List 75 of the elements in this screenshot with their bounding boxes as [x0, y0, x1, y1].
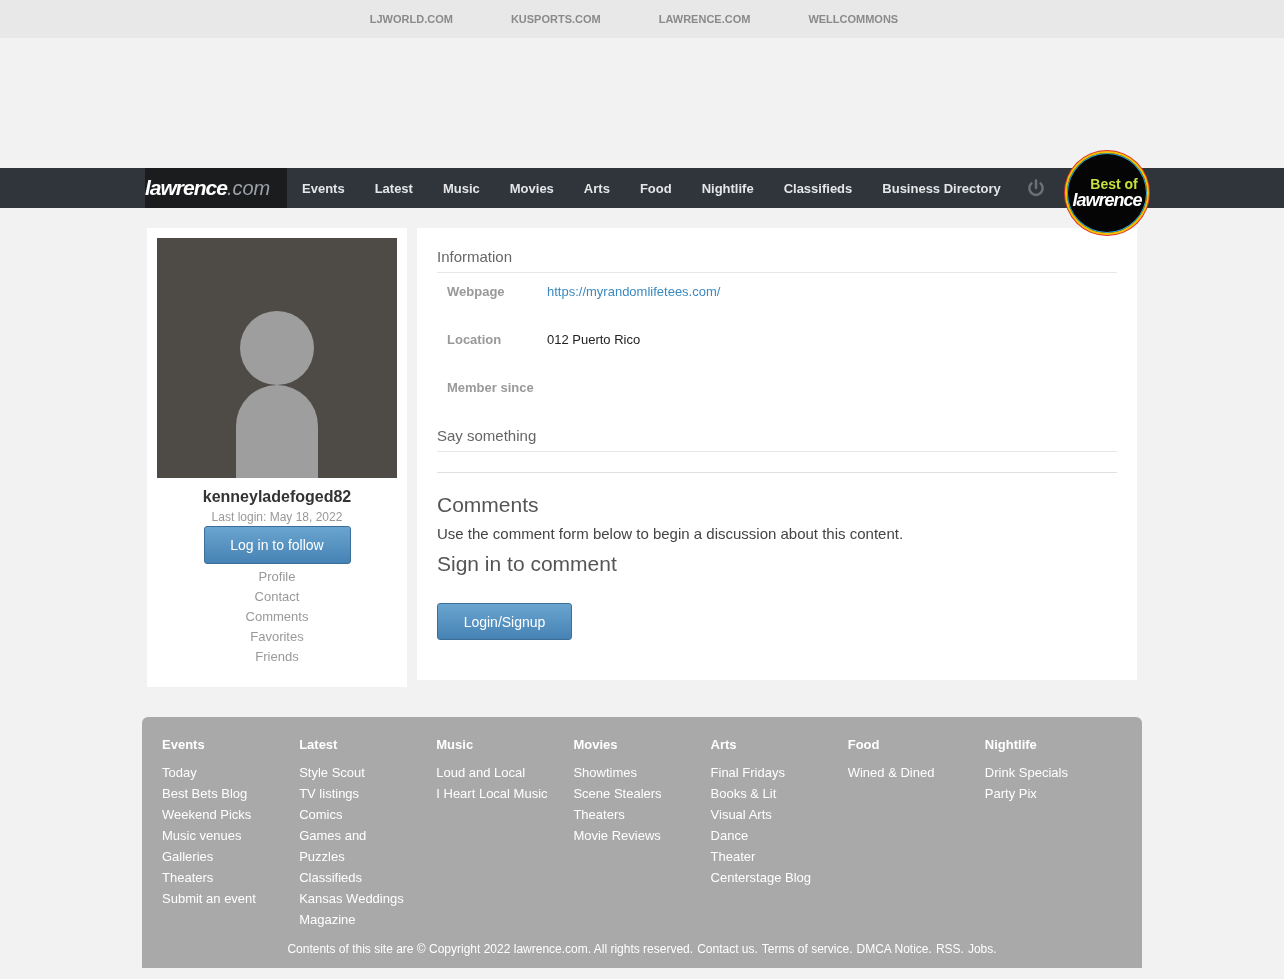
- footer-heading[interactable]: Music: [436, 737, 574, 752]
- comments-description: Use the comment form below to begin a discussion about this content.: [437, 525, 905, 542]
- webpage-link[interactable]: https://myrandomlifetees.com/: [547, 284, 721, 321]
- profile-link[interactable]: Favorites: [250, 627, 304, 647]
- footer-link[interactable]: Theaters: [162, 867, 274, 888]
- footer-bottom-link[interactable]: Terms of service.: [761, 942, 853, 956]
- field-label: Location: [447, 332, 503, 349]
- nav-item[interactable]: Business Directory: [867, 168, 1016, 208]
- footer-link[interactable]: Games and Puzzles: [299, 825, 412, 867]
- footer-link[interactable]: Scene Stealers: [573, 783, 686, 804]
- site-logo[interactable]: lawrence.com: [145, 168, 287, 208]
- footer-link[interactable]: Style Scout: [299, 762, 412, 783]
- footer-heading[interactable]: Food: [847, 737, 985, 752]
- profile-link[interactable]: Friends: [255, 647, 299, 667]
- comments-heading: Comments: [437, 493, 540, 517]
- profile-link[interactable]: Contact: [254, 587, 300, 607]
- footer-link[interactable]: Showtimes: [573, 762, 686, 783]
- field-label: Member since: [447, 380, 535, 397]
- nav-item[interactable]: Nightlife: [686, 168, 769, 208]
- footer-heading[interactable]: Latest: [299, 737, 437, 752]
- field-value: 012 Puerto Rico: [547, 332, 641, 349]
- nav-item[interactable]: Classifieds: [768, 168, 868, 208]
- top-link[interactable]: KUSPORTS.COM: [481, 13, 630, 25]
- footer-link[interactable]: Dance: [710, 825, 823, 846]
- footer-link[interactable]: TV listings: [299, 783, 412, 804]
- footer-heading[interactable]: Movies: [573, 737, 711, 752]
- footer-bottom-link[interactable]: DMCA Notice.: [856, 942, 932, 956]
- nav-item[interactable]: Food: [624, 168, 687, 208]
- footer-heading[interactable]: Arts: [710, 737, 848, 752]
- top-link[interactable]: LAWRENCE.COM: [629, 13, 780, 25]
- footer-link[interactable]: Final Fridays: [710, 762, 823, 783]
- profile-link[interactable]: Comments: [245, 607, 309, 627]
- footer-link[interactable]: Centerstage Blog: [710, 867, 823, 888]
- field-label: Webpage: [447, 284, 506, 301]
- nav-item[interactable]: Arts: [568, 168, 625, 208]
- footer-link[interactable]: Theater: [710, 846, 823, 867]
- footer-link[interactable]: Best Bets Blog: [162, 783, 274, 804]
- footer-link[interactable]: Theaters: [573, 804, 686, 825]
- footer-link[interactable]: Galleries: [162, 846, 274, 867]
- footer-bottom-link[interactable]: Jobs.: [967, 942, 997, 956]
- section-title: Say something: [437, 427, 1117, 452]
- footer-link[interactable]: Submit an event: [162, 888, 274, 909]
- profile-link[interactable]: Profile: [258, 567, 296, 587]
- nav-item[interactable]: Events: [287, 168, 360, 208]
- login-button[interactable]: Login/Signup: [437, 603, 572, 640]
- sign-in-heading: Sign in to comment: [437, 552, 618, 576]
- footer-link[interactable]: Movie Reviews: [573, 825, 686, 846]
- nav-item[interactable]: Movies: [494, 168, 569, 208]
- footer-link[interactable]: Loud and Local: [436, 762, 549, 783]
- last-login: Last login: May 18, 2022: [211, 510, 343, 524]
- footer-link[interactable]: Party Pix: [984, 783, 1097, 804]
- footer-heading[interactable]: Nightlife: [984, 737, 1122, 752]
- nav-item[interactable]: Music: [427, 168, 495, 208]
- footer-link[interactable]: Weekend Picks: [162, 804, 274, 825]
- footer-link[interactable]: Comics: [299, 804, 412, 825]
- section-title: Information: [437, 248, 1117, 273]
- footer-link[interactable]: Classifieds: [299, 867, 412, 888]
- nav-item[interactable]: Latest: [359, 168, 428, 208]
- footer-link[interactable]: I Heart Local Music: [436, 783, 549, 804]
- top-link[interactable]: LJWORLD.COM: [340, 13, 482, 25]
- footer-link[interactable]: Today: [162, 762, 274, 783]
- footer-bottom-link[interactable]: RSS.: [935, 942, 964, 956]
- footer-link[interactable]: Books & Lit: [710, 783, 823, 804]
- footer-link[interactable]: Wined & Dined: [847, 762, 960, 783]
- footer-link[interactable]: Drink Specials: [984, 762, 1097, 783]
- copyright-text: Contents of this site are © Copyright 2022 lawrence.com. All rights reserved.: [287, 942, 694, 956]
- top-link[interactable]: WELLCOMMONS: [779, 13, 928, 25]
- footer-link[interactable]: Kansas Weddings Magazine: [299, 888, 412, 930]
- best-of-badge[interactable]: Best of lawrence: [1065, 151, 1149, 235]
- footer-link[interactable]: Visual Arts: [710, 804, 823, 825]
- footer-bottom-link[interactable]: Contact us.: [697, 942, 758, 956]
- follow-button[interactable]: Log in to follow: [203, 526, 351, 564]
- footer-link[interactable]: Music venues: [162, 825, 274, 846]
- footer-heading[interactable]: Events: [162, 737, 300, 752]
- username: kenneyladefoged82: [202, 488, 352, 506]
